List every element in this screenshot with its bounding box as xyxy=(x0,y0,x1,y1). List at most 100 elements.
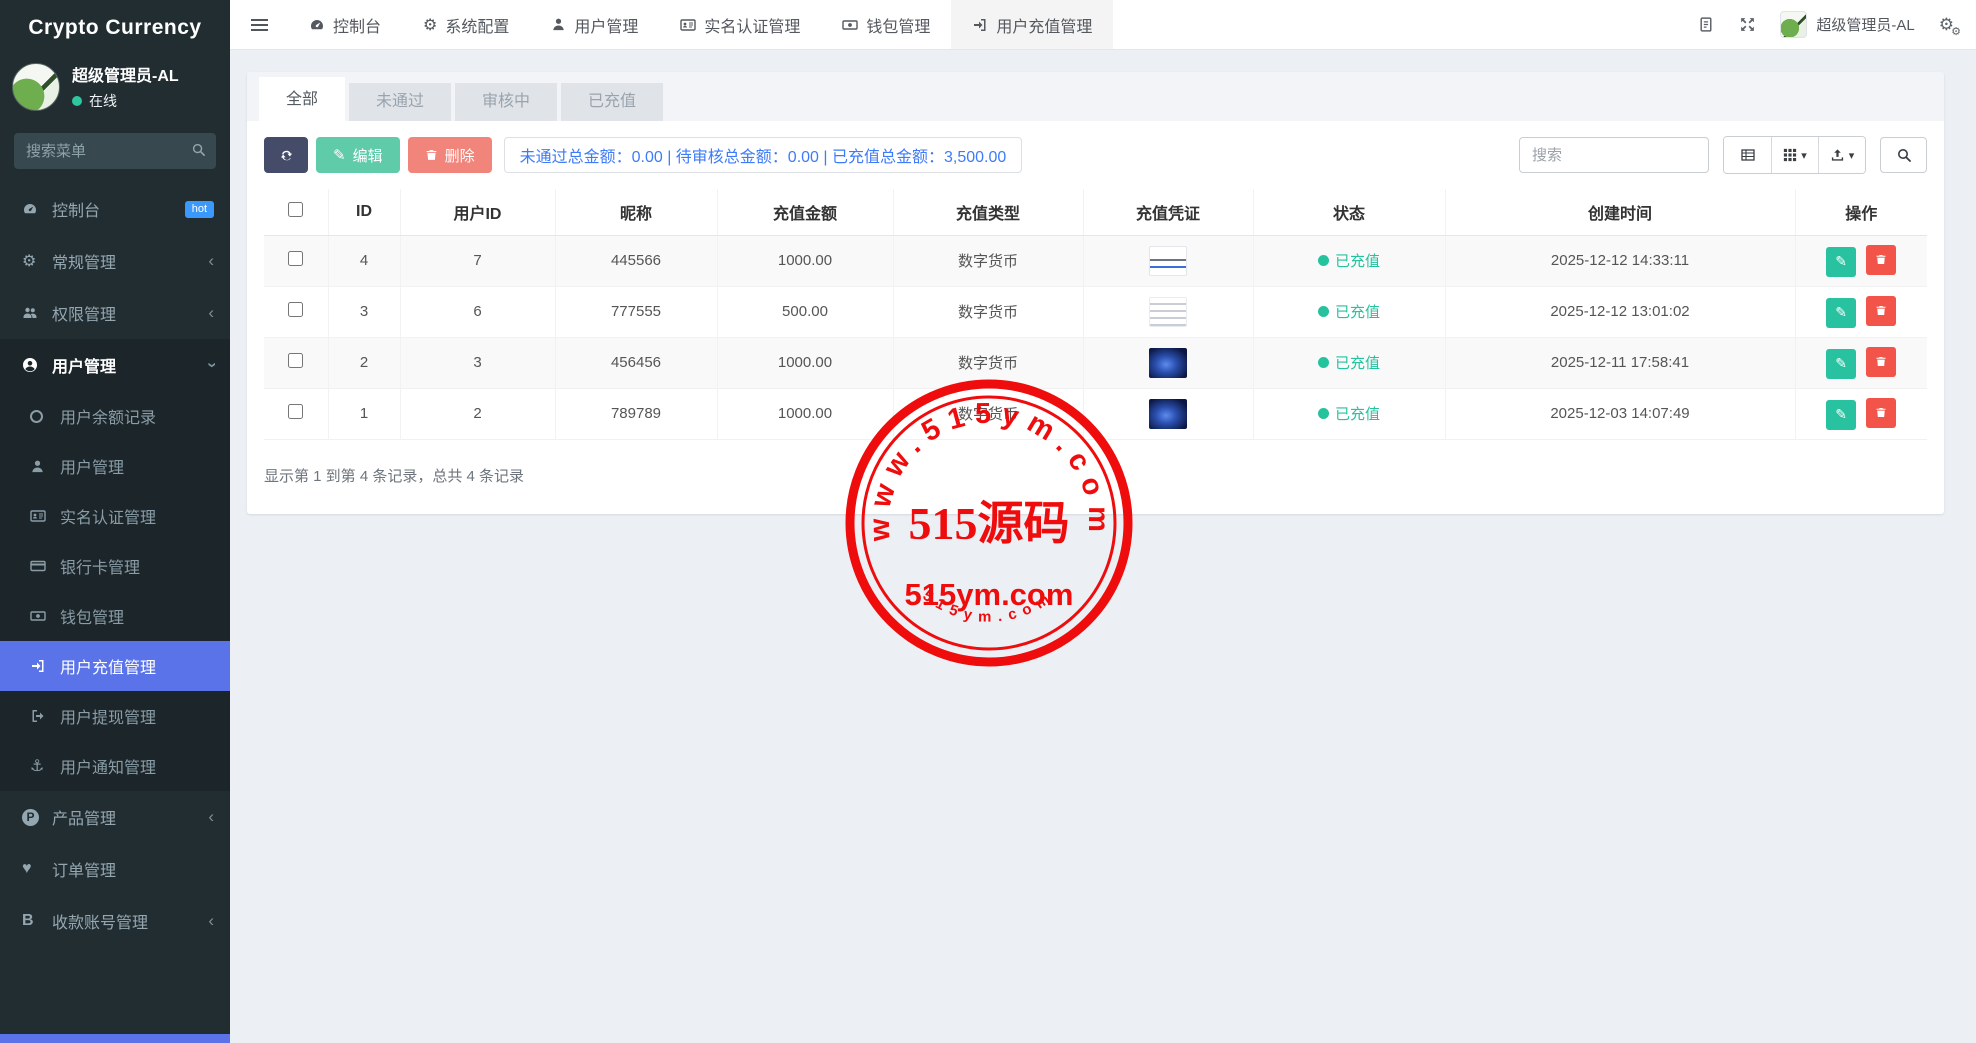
fullscreen-icon[interactable] xyxy=(1739,16,1756,33)
sidebar-item-label: 常规管理 xyxy=(52,249,116,273)
sidebar-item-products[interactable]: P 产品管理 ‹ xyxy=(0,791,230,843)
table-header-row: ID 用户ID 昵称 充值金额 充值类型 充值凭证 状态 创建时间 操作 xyxy=(264,189,1927,235)
sidebar-item-wallets[interactable]: 钱包管理 xyxy=(0,591,230,641)
sidebar-item-kyc[interactable]: 实名认证管理 xyxy=(0,491,230,541)
toggle-view-button[interactable] xyxy=(1724,137,1771,173)
nav-tab-label: 系统配置 xyxy=(445,13,509,37)
cell-amount: 1000.00 xyxy=(717,388,893,439)
cell-voucher xyxy=(1083,388,1253,439)
row-delete-button[interactable] xyxy=(1866,347,1896,377)
voucher-thumbnail[interactable] xyxy=(1149,399,1187,429)
sidebar-item-recharge[interactable]: 用户充值管理 xyxy=(0,641,230,691)
cell-actions: ✎ xyxy=(1795,286,1927,337)
chevron-down-icon: ‹ xyxy=(201,362,221,368)
menu-toggle-icon[interactable] xyxy=(230,0,288,49)
cell-actions: ✎ xyxy=(1795,337,1927,388)
row-edit-button[interactable]: ✎ xyxy=(1826,247,1856,277)
row-checkbox[interactable] xyxy=(288,353,303,368)
row-checkbox[interactable] xyxy=(288,302,303,317)
id-card-icon xyxy=(680,17,696,33)
sidebar-item-permissions[interactable]: 权限管理 ‹ xyxy=(0,287,230,339)
recharge-table: ID 用户ID 昵称 充值金额 充值类型 充值凭证 状态 创建时间 操作 4 7… xyxy=(264,189,1927,440)
users-icon xyxy=(22,305,52,321)
sidebar-item-general[interactable]: ⚙ 常规管理 ‹ xyxy=(0,235,230,287)
credit-card-icon xyxy=(30,558,60,574)
header-user-id: 用户ID xyxy=(400,189,555,235)
table-search-input[interactable] xyxy=(1519,137,1709,173)
row-edit-button[interactable]: ✎ xyxy=(1826,349,1856,379)
row-edit-button[interactable]: ✎ xyxy=(1826,298,1856,328)
totals-summary: 未通过总金额：0.00 | 待审核总金额：0.00 | 已充值总金额：3,500… xyxy=(504,137,1023,173)
sidebar-item-payment-accounts[interactable]: B 收款账号管理 ‹ xyxy=(0,895,230,947)
advanced-search-button[interactable] xyxy=(1880,137,1927,173)
row-delete-button[interactable] xyxy=(1866,296,1896,326)
row-edit-button[interactable]: ✎ xyxy=(1826,400,1856,430)
select-all-checkbox-cell xyxy=(264,189,328,235)
sidebar-item-user-management[interactable]: 用户管理 ‹ xyxy=(0,339,230,391)
row-delete-button[interactable] xyxy=(1866,245,1896,275)
sidebar-item-balance-records[interactable]: 用户余额记录 xyxy=(0,391,230,441)
sidebar-item-label: 银行卡管理 xyxy=(60,554,140,578)
tab-rejected[interactable]: 未通过 xyxy=(349,83,451,121)
select-all-checkbox[interactable] xyxy=(288,202,303,217)
tab-pending[interactable]: 审核中 xyxy=(455,83,557,121)
export-button[interactable]: ▾ xyxy=(1818,137,1865,173)
refresh-icon xyxy=(279,148,294,163)
nav-tab-dashboard[interactable]: 控制台 xyxy=(288,0,402,49)
cell-voucher xyxy=(1083,235,1253,286)
tab-recharged[interactable]: 已充值 xyxy=(561,83,663,121)
tab-all[interactable]: 全部 xyxy=(259,77,345,121)
cell-nickname: 445566 xyxy=(555,235,717,286)
row-delete-button[interactable] xyxy=(1866,398,1896,428)
circle-icon xyxy=(30,410,60,423)
sidebar-item-users[interactable]: 用户管理 xyxy=(0,441,230,491)
nav-tab-users[interactable]: 用户管理 xyxy=(530,0,659,49)
sidebar-item-notifications[interactable]: ⚓ 用户通知管理 xyxy=(0,741,230,791)
status-badge: 已充值 xyxy=(1335,403,1380,424)
header-type: 充值类型 xyxy=(893,189,1083,235)
nav-tab-recharge[interactable]: 用户充值管理 xyxy=(951,0,1113,49)
sidebar-menu-bottom: P 产品管理 ‹ ♥ 订单管理 B 收款账号管理 ‹ xyxy=(0,791,230,947)
navbar-user-menu[interactable]: 超级管理员-AL xyxy=(1780,11,1914,38)
delete-button[interactable]: 删除 xyxy=(408,137,492,173)
nav-tab-kyc[interactable]: 实名认证管理 xyxy=(659,0,821,49)
nav-tab-label: 钱包管理 xyxy=(866,13,930,37)
nav-tab-system-config[interactable]: ⚙ 系统配置 xyxy=(402,0,530,49)
sidebar-search-input[interactable] xyxy=(14,133,216,169)
settings-gears-icon[interactable]: ⚙⚙ xyxy=(1939,15,1954,35)
cell-status: 已充值 xyxy=(1253,286,1445,337)
voucher-thumbnail[interactable] xyxy=(1149,297,1187,327)
anchor-icon: ⚓ xyxy=(30,756,60,776)
caret-down-icon: ▾ xyxy=(1849,149,1855,162)
sidebar-item-bank-cards[interactable]: 银行卡管理 xyxy=(0,541,230,591)
cell-type: 数字货币 xyxy=(893,235,1083,286)
pencil-icon: ✎ xyxy=(1835,406,1847,423)
gears-icon: ⚙ xyxy=(22,251,52,271)
sidebar-item-orders[interactable]: ♥ 订单管理 xyxy=(0,843,230,895)
columns-button[interactable]: ▾ xyxy=(1771,137,1818,173)
edit-button[interactable]: ✎ 编辑 xyxy=(316,137,400,173)
sidebar-item-withdrawal[interactable]: 用户提现管理 xyxy=(0,691,230,741)
header-actions: 操作 xyxy=(1795,189,1927,235)
row-checkbox[interactable] xyxy=(288,404,303,419)
sidebar-item-dashboard[interactable]: 控制台 hot xyxy=(0,183,230,235)
sidebar-item-label: 用户提现管理 xyxy=(60,704,156,728)
cell-type: 数字货币 xyxy=(893,388,1083,439)
cell-status: 已充值 xyxy=(1253,235,1445,286)
cell-nickname: 456456 xyxy=(555,337,717,388)
online-dot-icon xyxy=(72,96,82,106)
clear-cache-icon[interactable] xyxy=(1698,16,1715,33)
voucher-thumbnail[interactable] xyxy=(1149,246,1187,276)
trash-icon xyxy=(1875,304,1887,317)
chevron-left-icon: ‹ xyxy=(208,807,214,827)
nav-tab-wallets[interactable]: 钱包管理 xyxy=(821,0,951,49)
voucher-thumbnail[interactable] xyxy=(1149,348,1187,378)
export-icon xyxy=(1830,148,1845,163)
pencil-icon: ✎ xyxy=(1835,253,1847,270)
search-icon[interactable] xyxy=(191,142,206,157)
refresh-button[interactable] xyxy=(264,137,308,173)
money-icon xyxy=(842,17,858,33)
brand-logo: Crypto Currency xyxy=(0,0,230,56)
row-checkbox[interactable] xyxy=(288,251,303,266)
id-card-icon xyxy=(30,508,60,524)
